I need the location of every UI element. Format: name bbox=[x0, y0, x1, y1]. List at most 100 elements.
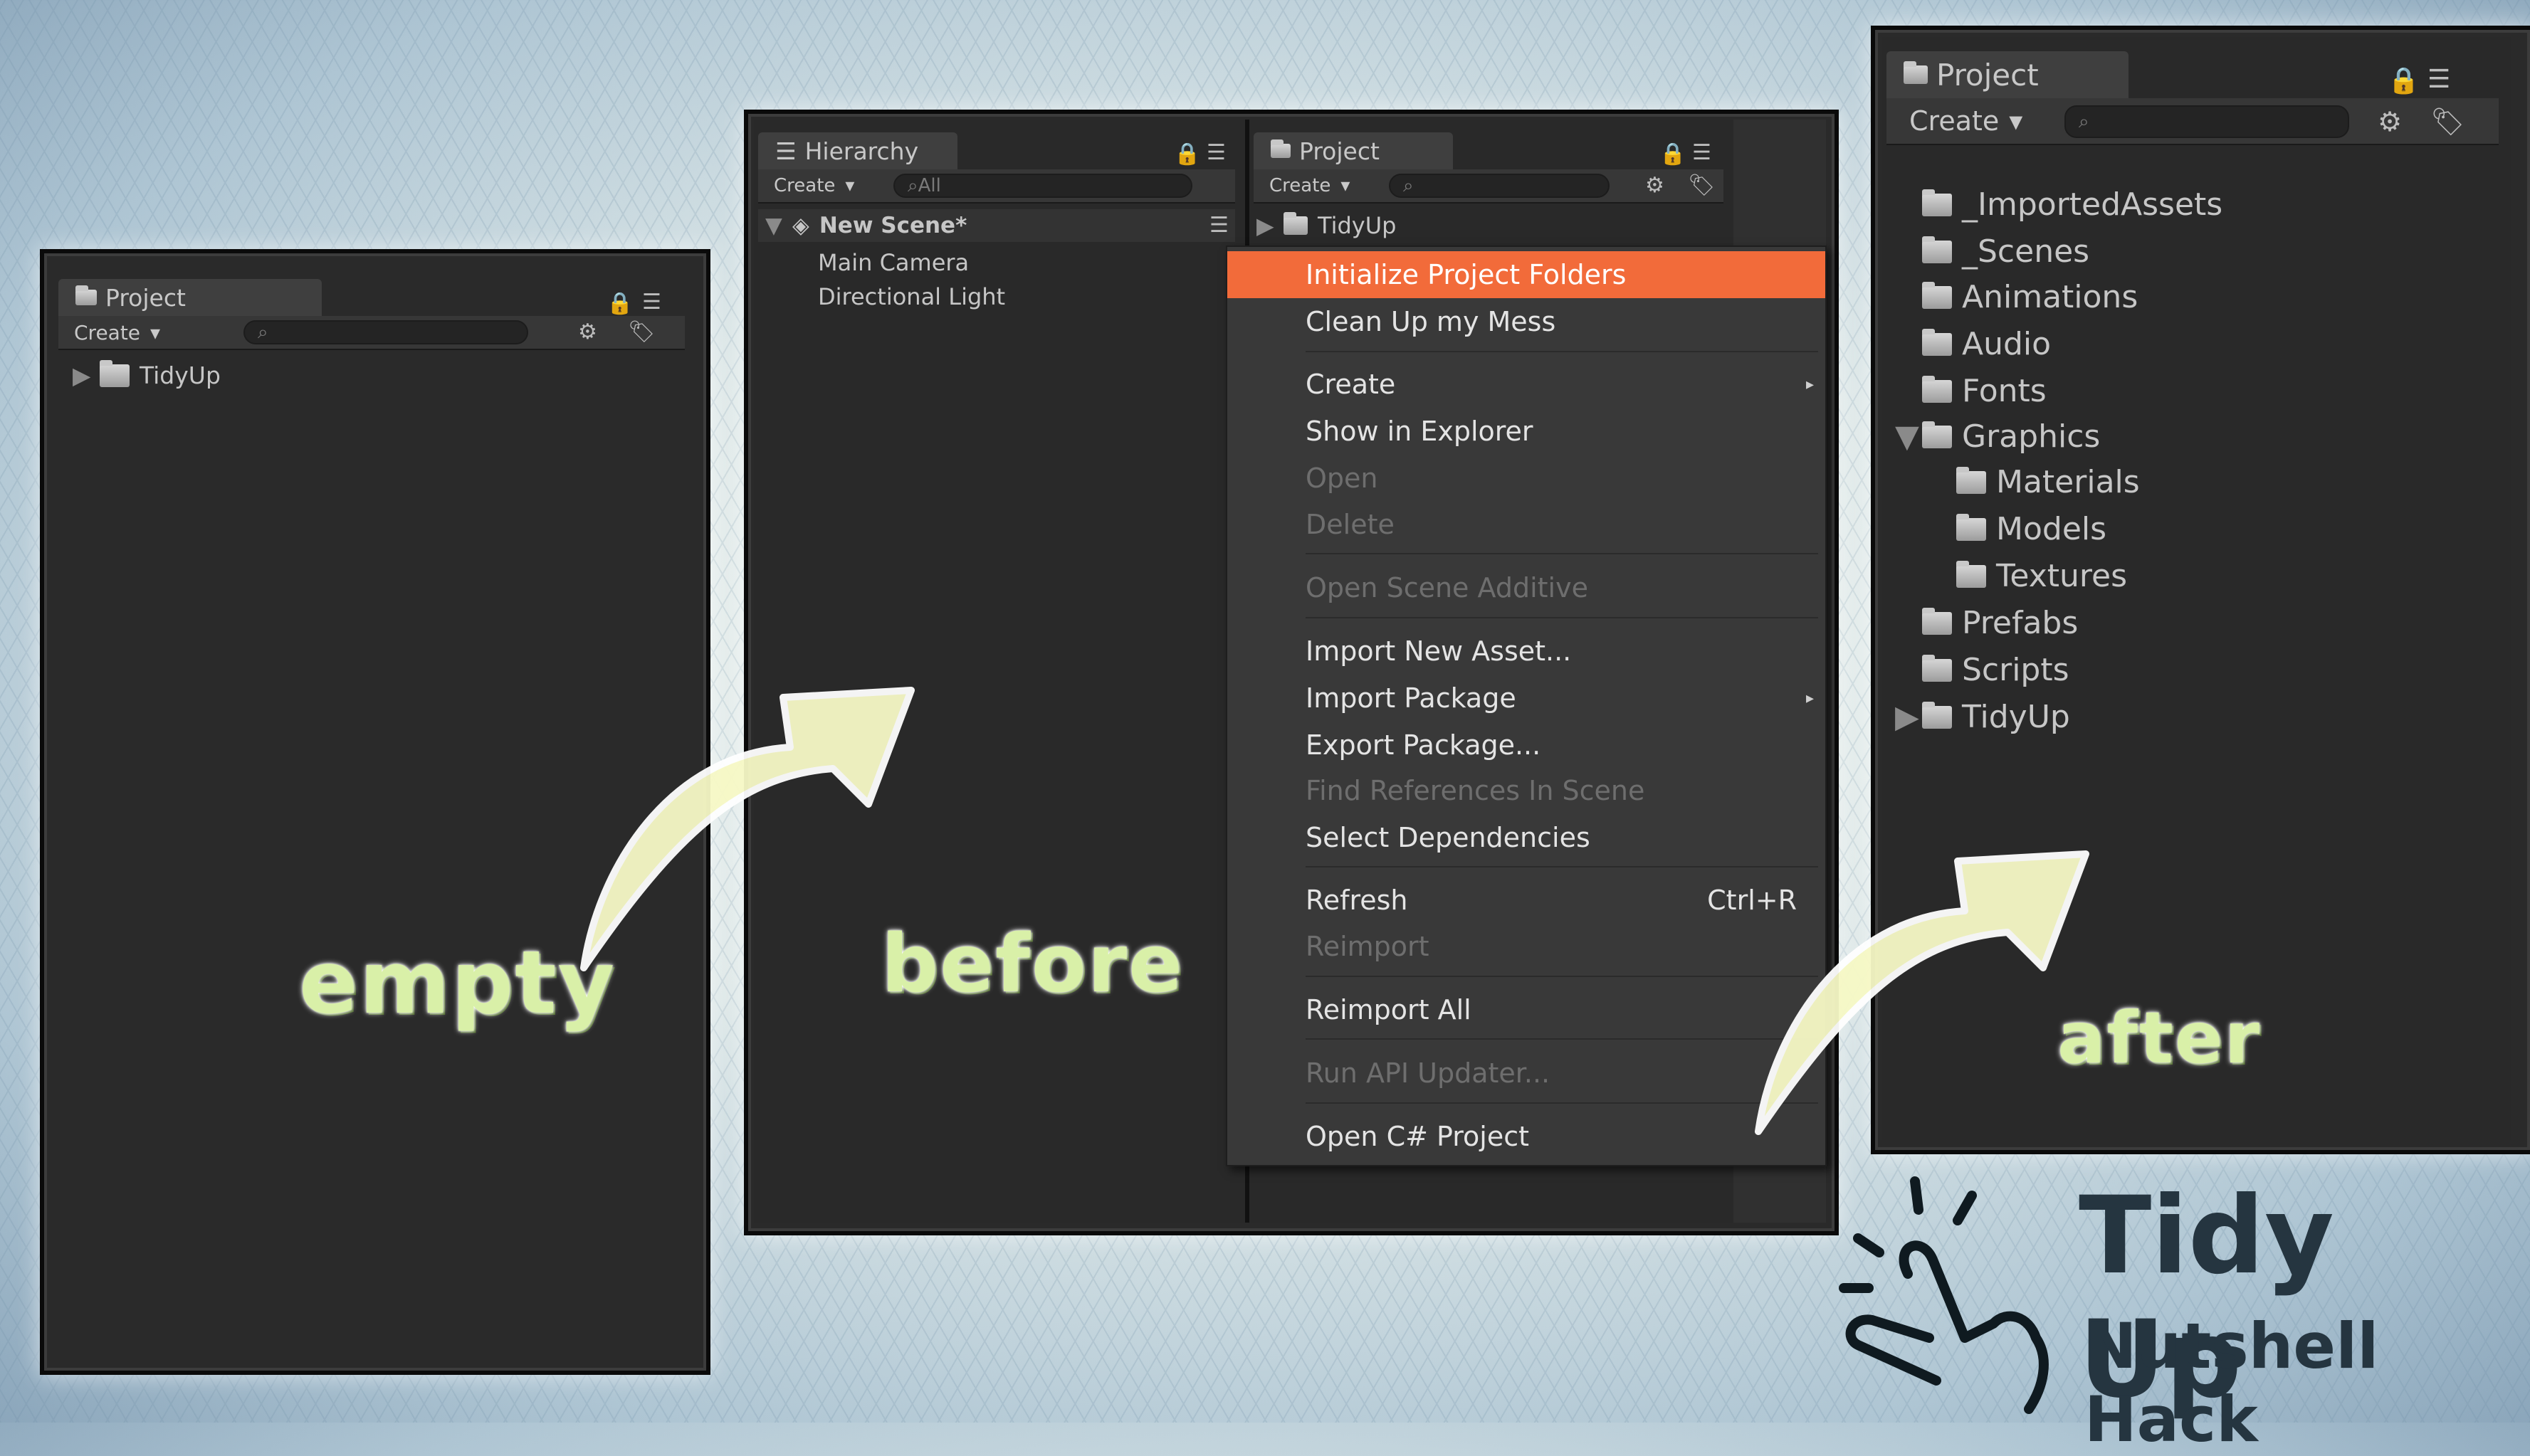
filter-by-label-icon[interactable]: 🏷 bbox=[628, 322, 655, 343]
folder-icon bbox=[1956, 513, 1986, 541]
menu-item-clean-up-my-mess[interactable]: Clean Up my Mess bbox=[1227, 298, 1825, 345]
project-search-input[interactable]: ⌕ bbox=[2064, 105, 2349, 138]
menu-item-label: Refresh bbox=[1306, 885, 1408, 916]
menu-icon[interactable]: ☰ bbox=[1207, 142, 1226, 164]
create-label: Create bbox=[74, 320, 141, 344]
tree-item-tidyup[interactable]: ▶ TidyUp bbox=[1895, 699, 2070, 735]
menu-item-import-new-asset[interactable]: Import New Asset... bbox=[1227, 628, 1825, 675]
label-after: after bbox=[2057, 996, 2261, 1080]
filter-by-label-icon[interactable]: 🏷 bbox=[2430, 108, 2465, 135]
create-dropdown[interactable]: Create ▾ bbox=[758, 169, 870, 202]
search-icon: ⌕ bbox=[2079, 110, 2089, 132]
project-search-input[interactable]: ⌕ bbox=[1389, 174, 1610, 198]
expand-arrow-icon[interactable]: ▶ bbox=[73, 362, 90, 389]
tree-item-label: Graphics bbox=[1962, 418, 2101, 455]
menu-item-import-package[interactable]: Import Package ▸ bbox=[1227, 675, 1825, 722]
tree-item-tidyup[interactable]: ▶ TidyUp bbox=[73, 359, 221, 389]
tree-item-tidyup[interactable]: ▶ TidyUp bbox=[1256, 212, 1396, 239]
menu-item-label: Open Scene Additive bbox=[1306, 572, 1588, 603]
tree-item-label: TidyUp bbox=[140, 362, 221, 389]
create-dropdown[interactable]: Create ▾ bbox=[58, 316, 176, 349]
hierarchy-item[interactable]: Main Camera bbox=[818, 249, 969, 276]
search-input[interactable]: ⌕ bbox=[243, 320, 528, 344]
expanded-arrow-icon[interactable]: ▼ bbox=[1895, 418, 1919, 455]
folder-icon bbox=[1904, 61, 1928, 84]
project-tab-label: Project bbox=[1936, 57, 2039, 93]
menu-item-label: Clean Up my Mess bbox=[1306, 306, 1556, 337]
hierarchy-tab[interactable]: ☰ Hierarchy bbox=[758, 132, 957, 169]
create-label: Create bbox=[774, 175, 836, 196]
menu-item-label: Create bbox=[1306, 369, 1396, 400]
tree-item-scripts[interactable]: Scripts bbox=[1922, 652, 2069, 688]
menu-separator bbox=[1306, 351, 1818, 352]
tree-item-prefabs[interactable]: Prefabs bbox=[1922, 605, 2078, 641]
menu-item-label: Open bbox=[1306, 463, 1378, 494]
menu-item-label: Delete bbox=[1306, 509, 1395, 540]
menu-item-delete: Delete bbox=[1227, 501, 1825, 548]
hierarchy-item[interactable]: Directional Light bbox=[818, 283, 1005, 310]
folder-icon bbox=[1922, 375, 1952, 403]
search-icon: ⌕ bbox=[908, 174, 918, 196]
folder-icon bbox=[1956, 560, 1986, 588]
menu-icon[interactable]: ☰ bbox=[642, 292, 661, 313]
create-dropdown[interactable]: Create ▾ bbox=[1894, 98, 2038, 144]
scene-label: New Scene* bbox=[819, 213, 967, 238]
filter-by-label-icon[interactable]: 🏷 bbox=[1688, 175, 1715, 196]
menu-separator bbox=[1306, 617, 1818, 618]
menu-item-show-in-explorer[interactable]: Show in Explorer bbox=[1227, 408, 1825, 455]
menu-icon[interactable]: ☰ bbox=[1692, 142, 1711, 164]
create-dropdown[interactable]: Create ▾ bbox=[1254, 169, 1365, 202]
expand-arrow-icon[interactable]: ▶ bbox=[1895, 699, 1919, 735]
menu-item-label: Select Dependencies bbox=[1306, 822, 1590, 853]
tree-item-label: Scripts bbox=[1962, 652, 2069, 688]
menu-item-export-package[interactable]: Export Package... bbox=[1227, 722, 1825, 769]
menu-item-initialize-project-folders[interactable]: Initialize Project Folders bbox=[1227, 251, 1825, 298]
tree-item-audio[interactable]: Audio bbox=[1922, 326, 2051, 362]
menu-separator bbox=[1306, 553, 1818, 554]
tree-item-label: Models bbox=[1996, 511, 2107, 547]
submenu-arrow-icon: ▸ bbox=[1805, 689, 1814, 707]
tree-item-label: Prefabs bbox=[1962, 605, 2079, 641]
search-placeholder: All bbox=[918, 175, 941, 196]
filter-by-type-icon[interactable]: ⚙ bbox=[578, 322, 597, 343]
filter-by-type-icon[interactable]: ⚙ bbox=[2378, 108, 2402, 135]
folder-icon bbox=[1922, 328, 1952, 356]
lock-icon[interactable]: 🔒 bbox=[607, 293, 633, 315]
project-tab[interactable]: Project bbox=[58, 279, 322, 316]
hierarchy-item-label: Main Camera bbox=[818, 249, 970, 276]
project-toolbar: Create ▾ ⌕ ⚙ 🏷 bbox=[1886, 98, 2499, 145]
tree-item-label: Textures bbox=[1996, 558, 2127, 594]
project-toolbar: Create ▾ ⌕ ⚙ 🏷 bbox=[58, 316, 685, 350]
expand-arrow-icon[interactable]: ▼ bbox=[765, 213, 782, 238]
menu-item-create[interactable]: Create ▸ bbox=[1227, 361, 1825, 408]
lock-icon[interactable]: 🔒 bbox=[2388, 68, 2420, 94]
tree-item-imported-assets[interactable]: _ImportedAssets bbox=[1922, 186, 2222, 223]
scene-row[interactable]: ▼ ◈ New Scene* bbox=[758, 209, 1235, 242]
menu-item-open: Open bbox=[1227, 455, 1825, 502]
tree-item-label: TidyUp bbox=[1318, 212, 1397, 239]
hierarchy-search-input[interactable]: ⌕ All bbox=[893, 174, 1192, 198]
tree-item-graphics[interactable]: ▼ Graphics bbox=[1895, 418, 2100, 455]
create-label: Create bbox=[1269, 175, 1331, 196]
search-icon: ⌕ bbox=[258, 321, 268, 343]
project-tab-label: Project bbox=[105, 283, 186, 312]
filter-by-type-icon[interactable]: ⚙ bbox=[1645, 175, 1664, 196]
create-label: Create bbox=[1909, 105, 2000, 137]
scene-menu-icon[interactable]: ☰ bbox=[1209, 215, 1229, 236]
hierarchy-toolbar: Create ▾ ⌕ All bbox=[758, 169, 1235, 204]
tree-item-models[interactable]: Models bbox=[1956, 511, 2106, 547]
tree-item-scenes[interactable]: _Scenes bbox=[1922, 233, 2089, 270]
tree-item-textures[interactable]: Textures bbox=[1956, 558, 2127, 594]
project-toolbar: Create ▾ ⌕ ⚙ 🏷 bbox=[1254, 169, 1723, 204]
menu-icon[interactable]: ☰ bbox=[2427, 67, 2450, 93]
project-tab[interactable]: Project bbox=[1254, 132, 1453, 169]
menu-item-label: Reimport All bbox=[1306, 994, 1471, 1025]
tree-item-animations[interactable]: Animations bbox=[1922, 279, 2138, 315]
brand-subtitle: Nutshell Hack bbox=[2084, 1309, 2379, 1456]
lock-icon[interactable]: 🔒 bbox=[1174, 144, 1200, 165]
expand-arrow-icon[interactable]: ▶ bbox=[1256, 212, 1274, 239]
lock-icon[interactable]: 🔒 bbox=[1659, 144, 1686, 165]
project-tab[interactable]: Project bbox=[1886, 51, 2129, 98]
tree-item-fonts[interactable]: Fonts bbox=[1922, 373, 2047, 409]
tree-item-materials[interactable]: Materials bbox=[1956, 464, 2140, 500]
